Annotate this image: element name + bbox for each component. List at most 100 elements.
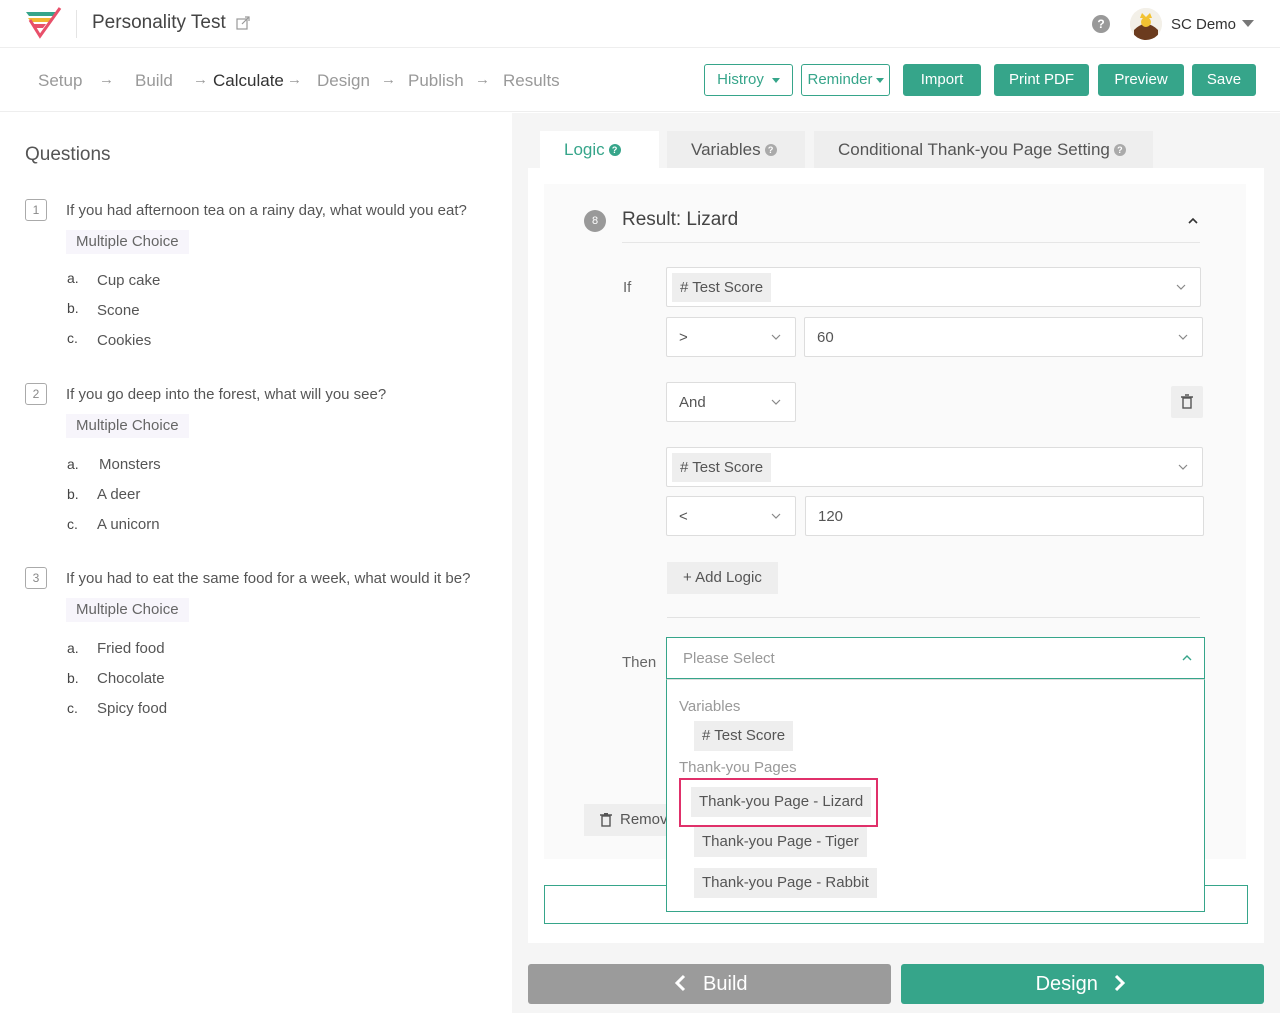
- option-text: Scone: [97, 302, 140, 319]
- option-text: Monsters: [99, 456, 161, 473]
- import-button[interactable]: Import: [903, 64, 981, 96]
- variable-tag: # Test Score: [672, 453, 772, 482]
- arrow-right-icon: →: [99, 71, 114, 88]
- question-number: 1: [25, 199, 47, 221]
- tab-variables[interactable]: Variables?: [667, 131, 805, 168]
- step-calculate[interactable]: Calculate: [213, 71, 284, 91]
- then-placeholder: Please Select: [683, 650, 775, 667]
- variable-select-1[interactable]: # Test Score: [666, 267, 1201, 307]
- option-text: Fried food: [97, 640, 165, 657]
- chevron-down-icon: [1178, 334, 1188, 340]
- question-type-badge: Multiple Choice: [66, 230, 189, 254]
- dropdown-group-thank-you-pages: Thank-you Pages: [679, 759, 797, 776]
- option-letter: b.: [67, 486, 79, 502]
- question-text[interactable]: If you had afternoon tea on a rainy day,…: [66, 202, 467, 219]
- questions-panel: Questions 1 If you had afternoon tea on …: [0, 113, 512, 1013]
- option-letter: c.: [67, 516, 78, 532]
- joiner-select[interactable]: And: [666, 382, 796, 422]
- question-text[interactable]: If you had to eat the same food for a we…: [66, 570, 470, 587]
- tab-logic-label: Logic: [564, 140, 605, 159]
- step-setup[interactable]: Setup: [38, 71, 82, 91]
- step-design[interactable]: Design: [317, 71, 370, 91]
- operator-value: >: [679, 329, 688, 346]
- back-label: Build: [703, 973, 748, 995]
- dropdown-group-variables: Variables: [679, 698, 741, 715]
- next-design-button[interactable]: Design: [901, 964, 1264, 1004]
- step-publish[interactable]: Publish: [408, 71, 464, 91]
- question-type-badge: Multiple Choice: [66, 598, 189, 622]
- question-type-badge: Multiple Choice: [66, 414, 189, 438]
- history-button[interactable]: Histroy: [704, 64, 793, 96]
- dropdown-option-test-score[interactable]: # Test Score: [694, 721, 794, 751]
- reminder-button-label: Reminder: [807, 71, 873, 88]
- questions-heading: Questions: [25, 144, 111, 165]
- result-number-badge: 8: [584, 210, 606, 232]
- tab-conditional-label: Conditional Thank-you Page Setting: [838, 140, 1110, 159]
- user-name[interactable]: SC Demo: [1171, 16, 1236, 33]
- arrow-right-icon: →: [287, 71, 302, 88]
- arrow-right-icon: →: [475, 71, 490, 88]
- chevron-down-icon: [771, 334, 781, 340]
- chevron-right-icon: [1115, 974, 1126, 992]
- variable-tag: # Test Score: [672, 273, 772, 302]
- external-link-icon[interactable]: [236, 16, 250, 30]
- value-input-2[interactable]: 120: [805, 496, 1204, 536]
- joiner-value: And: [679, 394, 706, 411]
- section-divider: [667, 617, 1200, 618]
- tab-conditional-thank-you[interactable]: Conditional Thank-you Page Setting?: [814, 131, 1153, 168]
- print-pdf-button[interactable]: Print PDF: [994, 64, 1089, 96]
- option-letter: c.: [67, 330, 78, 346]
- then-select[interactable]: Please Select: [666, 637, 1205, 679]
- dropdown-option-rabbit[interactable]: Thank-you Page - Rabbit: [694, 868, 877, 898]
- chevron-up-icon: [1182, 655, 1192, 661]
- step-results[interactable]: Results: [503, 71, 560, 91]
- value-select-1[interactable]: 60: [804, 317, 1203, 357]
- option-text: Cup cake: [97, 272, 161, 289]
- question-text[interactable]: If you go deep into the forest, what wil…: [66, 386, 386, 403]
- question-number: 2: [25, 383, 47, 405]
- delete-condition-button[interactable]: [1171, 386, 1203, 418]
- help-icon[interactable]: ?: [764, 144, 777, 156]
- operator-select-1[interactable]: >: [666, 317, 796, 357]
- remove-result-button[interactable]: Remove: [584, 804, 668, 836]
- option-letter: b.: [67, 670, 79, 686]
- arrow-right-icon: →: [381, 71, 396, 88]
- then-label: Then: [622, 654, 657, 671]
- avatar[interactable]: [1130, 8, 1162, 40]
- add-logic-button[interactable]: + Add Logic: [667, 562, 778, 594]
- chevron-up-icon[interactable]: [1188, 216, 1198, 226]
- option-text: Chocolate: [97, 670, 165, 687]
- condition-value: 60: [817, 329, 834, 346]
- trash-icon: [1181, 394, 1193, 409]
- operator-select-2[interactable]: <: [666, 496, 796, 536]
- help-icon[interactable]: ?: [608, 144, 621, 156]
- arrow-right-icon: →: [193, 71, 208, 88]
- option-letter: b.: [67, 300, 79, 316]
- preview-button[interactable]: Preview: [1098, 64, 1184, 96]
- logo-icon[interactable]: [22, 6, 62, 42]
- option-letter: a.: [67, 640, 79, 656]
- operator-value: <: [679, 508, 688, 525]
- option-letter: a.: [67, 456, 79, 472]
- condition-value: 120: [818, 508, 844, 525]
- steps-bar: Setup → Build → Calculate → Design → Pub…: [0, 49, 1280, 112]
- variable-select-2[interactable]: # Test Score: [666, 447, 1203, 487]
- help-icon[interactable]: ?: [1113, 144, 1126, 156]
- tab-logic[interactable]: Logic?: [540, 131, 659, 168]
- caret-down-icon: [875, 77, 884, 83]
- option-text: Spicy food: [97, 700, 168, 717]
- caret-down-icon: [771, 77, 780, 83]
- app-title: Personality Test: [92, 12, 226, 33]
- step-build[interactable]: Build: [135, 71, 173, 91]
- option-letter: a.: [67, 270, 79, 286]
- option-text: Cookies: [97, 332, 152, 349]
- chevron-down-icon: [1176, 284, 1186, 290]
- dropdown-option-tiger[interactable]: Thank-you Page - Tiger: [694, 827, 867, 857]
- chevron-down-icon: [771, 513, 781, 519]
- help-icon[interactable]: ?: [1092, 15, 1110, 33]
- reminder-button[interactable]: Reminder: [801, 64, 890, 96]
- save-button[interactable]: Save: [1192, 64, 1256, 96]
- option-text: A deer: [97, 486, 141, 503]
- chevron-down-icon[interactable]: [1242, 20, 1254, 27]
- back-build-button[interactable]: Build: [528, 964, 891, 1004]
